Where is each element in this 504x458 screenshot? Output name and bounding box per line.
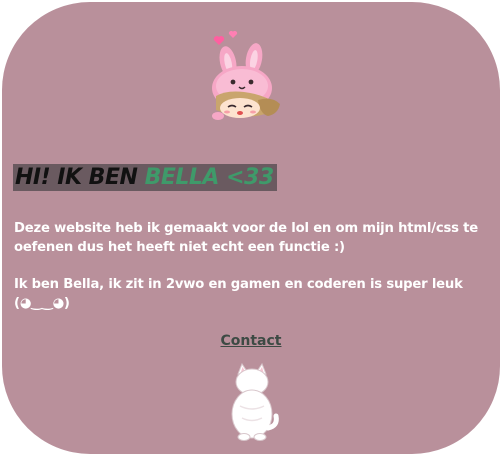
white-cat-image xyxy=(231,362,279,441)
about-paragraph: Ik ben Bella, ik zit in 2vwo en gamen en… xyxy=(14,277,463,311)
heading-greeting: HI! IK BEN xyxy=(15,165,138,190)
heading-name: BELLA <33 xyxy=(144,165,275,190)
heart-icon xyxy=(228,30,238,38)
intro-paragraph: Deze website heb ik gemaakt voor de lol … xyxy=(14,221,478,255)
contact-link[interactable]: Contact xyxy=(221,333,282,349)
heart-icon xyxy=(213,36,225,45)
page-card: HI! IK BEN BELLA <33 Deze website heb ik… xyxy=(2,2,500,454)
contact-link-container: Contact xyxy=(2,332,500,350)
page-heading: HI! IK BEN BELLA <33 xyxy=(13,164,277,191)
bunny-girl-avatar-image xyxy=(212,30,280,120)
